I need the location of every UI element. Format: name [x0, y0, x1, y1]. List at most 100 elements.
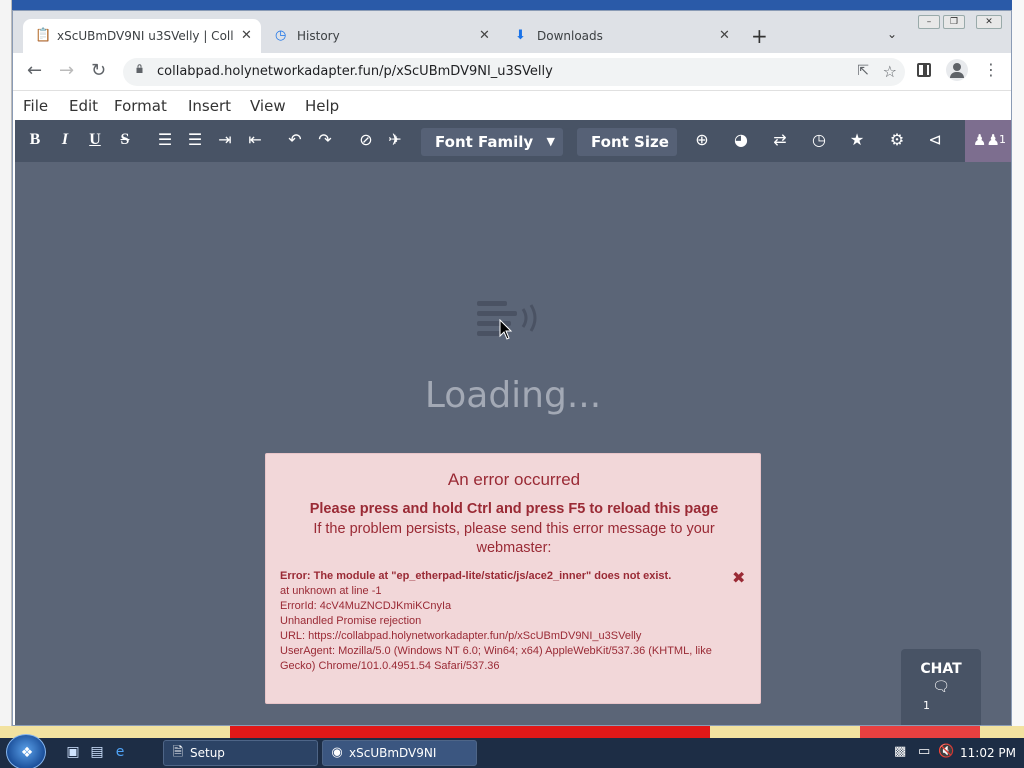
side-panel-icon[interactable] — [917, 63, 931, 77]
share-icon[interactable]: ⇱ — [857, 63, 869, 79]
chat-bubbles-icon: 🗨 — [932, 679, 950, 695]
users-button[interactable]: ♟♟ 1 — [965, 120, 1011, 162]
system-tray: ▩ ▭ 🔇 11:02 PM — [888, 738, 1024, 768]
font-size-select[interactable]: Font Size — [577, 128, 677, 156]
tab-label: xScUBmDV9NI u3SVelly | Collabora — [57, 29, 233, 43]
chat-count: 1 — [923, 699, 930, 712]
start-button[interactable]: ❖ — [6, 734, 46, 768]
new-tab-button[interactable]: + — [751, 25, 768, 47]
error-persist-text: If the problem persists, please send thi… — [313, 521, 715, 556]
tab-downloads[interactable]: ⬇ Downloads ✕ — [503, 19, 739, 53]
ordered-list-icon[interactable]: ☰ — [155, 130, 175, 150]
close-tab-icon[interactable]: ✕ — [479, 19, 490, 53]
menu-view[interactable]: View — [250, 97, 286, 115]
error-title: An error occurred — [447, 470, 581, 489]
display-icon[interactable]: ▭ — [918, 744, 930, 760]
tab-search-chevron-icon[interactable]: ⌄ — [887, 27, 897, 41]
internet-explorer-icon[interactable]: e — [111, 744, 129, 760]
taskbar-item-label: Setup — [190, 746, 225, 760]
indent-icon[interactable]: ⇥ — [215, 130, 235, 150]
strikethrough-icon[interactable]: S — [117, 130, 133, 150]
menu-edit[interactable]: Edit — [69, 97, 98, 115]
taskbar-item-label: xScUBmDV9NI u3SV... — [349, 746, 437, 760]
bookmark-star-icon[interactable]: ☆ — [883, 62, 897, 81]
loading-text: Loading... — [424, 375, 602, 416]
error-dialog: An error occurred Please press and hold … — [265, 453, 761, 704]
desktop-right-edge — [1012, 0, 1024, 726]
tab-label: History — [297, 29, 340, 43]
users-icon: ♟♟ — [973, 131, 1000, 149]
star-icon[interactable]: ★ — [847, 130, 867, 150]
timeslider-history-icon[interactable]: ◷ — [809, 130, 829, 150]
clear-authorship-icon[interactable]: ⊘ — [355, 130, 377, 150]
back-button[interactable]: ← — [27, 61, 42, 81]
chevron-down-icon: ▼ — [546, 135, 555, 148]
minimize-button[interactable]: – — [918, 15, 940, 29]
close-tab-icon[interactable]: ✕ — [241, 19, 252, 53]
chat-button[interactable]: CHAT 🗨 1 — [901, 649, 981, 725]
menu-help[interactable]: Help — [305, 97, 339, 115]
error-line: at unknown at line -1 — [280, 585, 382, 597]
bold-icon[interactable]: B — [27, 130, 43, 150]
underline-icon[interactable]: U — [87, 130, 103, 150]
taskbar-item-setup[interactable]: 🗎 Setup — [163, 740, 318, 766]
error-id: ErrorId: 4cV4MuZNCDJKmiKCnyIa — [280, 600, 452, 612]
profile-avatar[interactable] — [946, 59, 968, 81]
browser-window: – ❐ ✕ 📋 xScUBmDV9NI u3SVelly | Collabora… — [12, 10, 1012, 726]
history-icon: ◷ — [275, 28, 287, 43]
desktop-left-edge — [0, 0, 12, 726]
outdent-icon[interactable]: ⇤ — [245, 130, 265, 150]
switch-windows-icon[interactable]: ▤ — [88, 744, 106, 760]
document-icon: 📋 — [35, 28, 52, 43]
clock[interactable]: 11:02 PM — [960, 738, 1016, 768]
tab-collabpad[interactable]: 📋 xScUBmDV9NI u3SVelly | Collabora ✕ — [23, 19, 261, 53]
share-embed-icon[interactable]: ⊲ — [925, 130, 945, 150]
unordered-list-icon[interactable]: ☰ — [185, 130, 205, 150]
close-window-button[interactable]: ✕ — [976, 15, 1002, 29]
dashboard-icon[interactable]: ◕ — [731, 130, 751, 150]
reload-button[interactable]: ↻ — [91, 61, 106, 81]
windows-logo-icon: ❖ — [20, 745, 34, 761]
menu-insert[interactable]: Insert — [188, 97, 231, 115]
address-bar: ← → ↻ collabpad.holynetworkadapter.fun/p… — [13, 53, 1011, 91]
chat-label: CHAT — [920, 661, 962, 677]
setup-icon: 🗎 — [172, 745, 184, 760]
redo-icon[interactable]: ↷ — [315, 130, 335, 150]
font-family-select[interactable]: Font Family ▼ — [421, 128, 563, 156]
taskbar-item-chrome[interactable]: ◉ xScUBmDV9NI u3SV... — [322, 740, 477, 766]
menu-format[interactable]: Format — [114, 97, 167, 115]
lock-icon — [136, 64, 143, 73]
user-count: 1 — [999, 133, 1006, 146]
etherpad-logo-icon — [477, 301, 537, 336]
forward-button[interactable]: → — [59, 61, 74, 81]
plane-icon[interactable]: ✈ — [387, 130, 403, 150]
error-instruction: Please press and hold Ctrl and press F5 … — [309, 501, 719, 517]
restore-button[interactable]: ❐ — [943, 15, 965, 29]
show-desktop-icon[interactable]: ▣ — [64, 744, 82, 760]
close-icon[interactable]: ✖ — [732, 568, 745, 587]
volume-muted-icon[interactable]: 🔇 — [938, 744, 954, 760]
error-promise: Unhandled Promise rejection — [280, 615, 422, 627]
download-icon: ⬇ — [515, 28, 526, 43]
add-circle-icon[interactable]: ⊕ — [693, 130, 711, 150]
app-menubar: File Edit Format Insert View Help — [13, 91, 1011, 120]
undo-icon[interactable]: ↶ — [285, 130, 305, 150]
desktop-background-strip — [0, 726, 1024, 738]
import-export-icon[interactable]: ⇄ — [769, 130, 791, 150]
url-text: collabpad.holynetworkadapter.fun/p/xScUB… — [157, 64, 553, 79]
font-family-label: Font Family — [435, 133, 534, 151]
chrome-icon: ◉ — [331, 745, 343, 760]
url-field[interactable]: collabpad.holynetworkadapter.fun/p/xScUB… — [123, 58, 905, 86]
italic-icon[interactable]: I — [57, 130, 73, 150]
error-message: Error: The module at "ep_etherpad-lite/s… — [280, 570, 672, 582]
tab-strip: – ❐ ✕ 📋 xScUBmDV9NI u3SVelly | Collabora… — [13, 11, 1011, 53]
mouse-cursor-icon — [499, 319, 513, 340]
network-icon[interactable]: ▩ — [894, 744, 906, 760]
close-tab-icon[interactable]: ✕ — [719, 19, 730, 53]
tab-history[interactable]: ◷ History ✕ — [263, 19, 499, 53]
editor-area: Loading... An error occurred Please pres… — [15, 162, 1011, 725]
settings-gear-icon[interactable]: ⚙ — [887, 130, 907, 150]
browser-menu-icon[interactable]: ⋮ — [983, 61, 999, 79]
font-size-label: Font Size — [591, 133, 669, 151]
menu-file[interactable]: File — [23, 97, 48, 115]
